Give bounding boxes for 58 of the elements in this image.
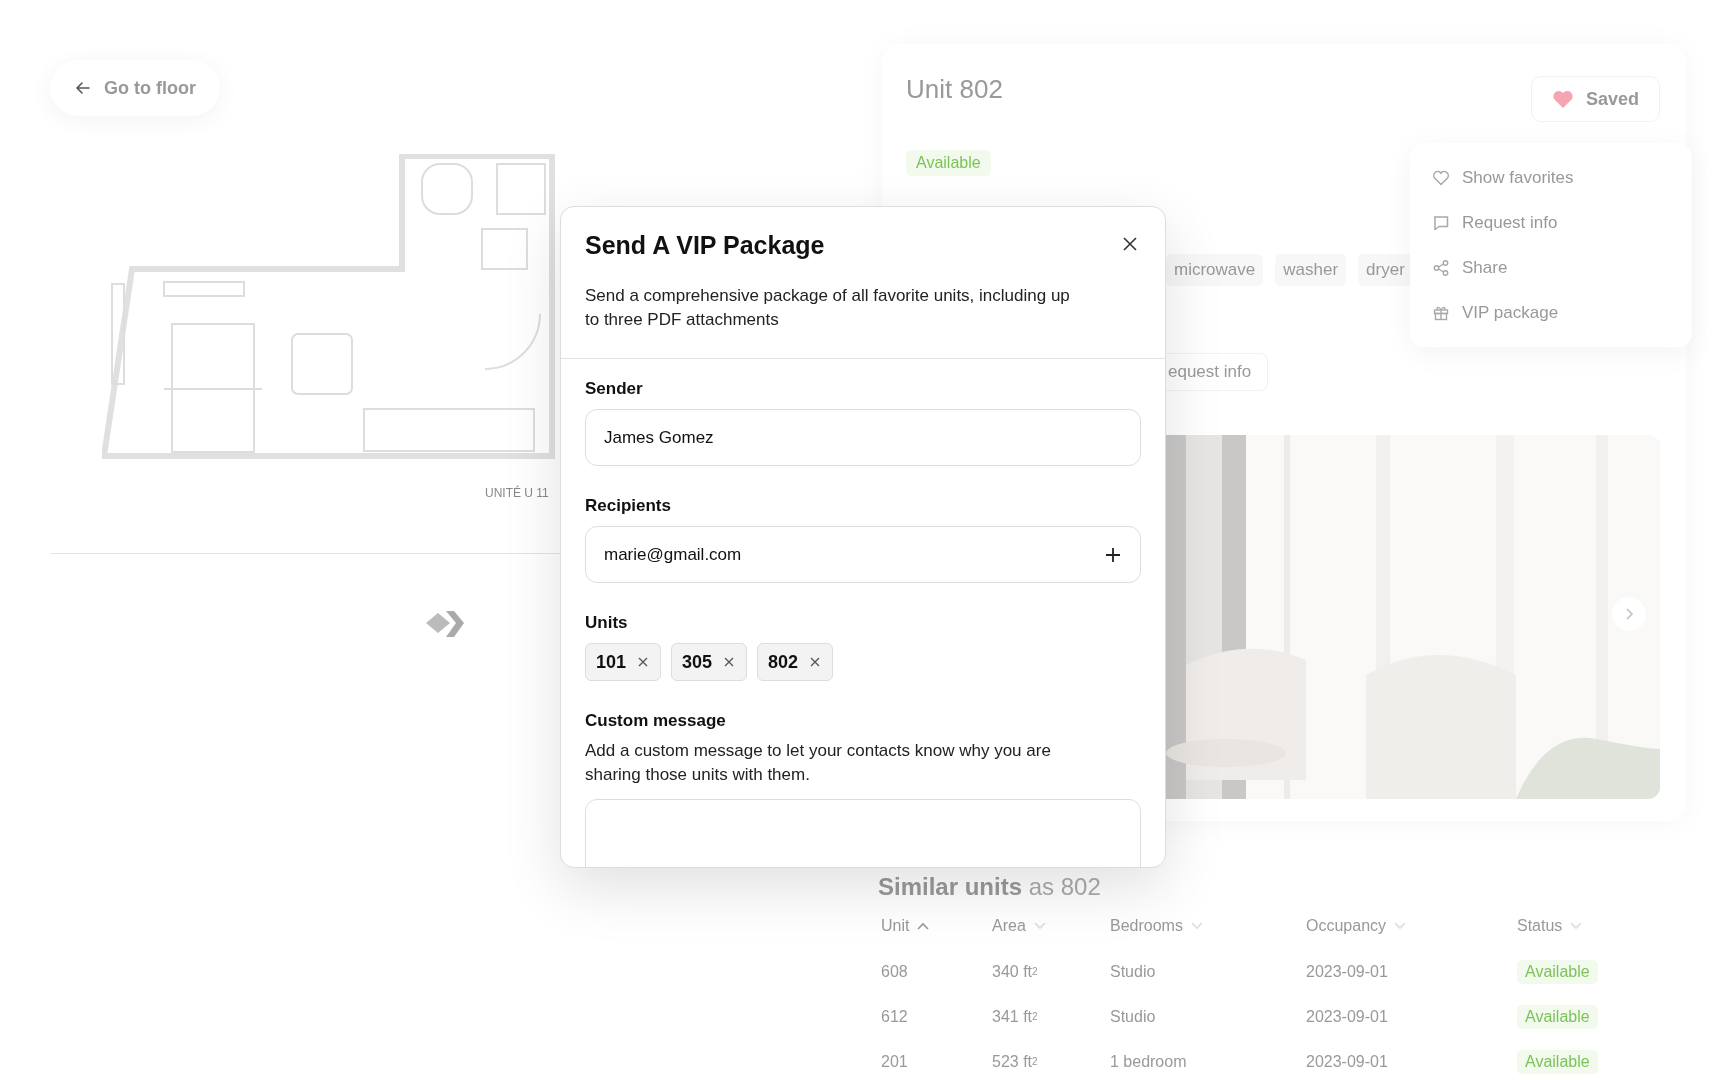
go-to-floor-button[interactable]: Go to floor: [50, 60, 220, 116]
table-cell-text: 1 bedroom: [1110, 1051, 1188, 1072]
column-header[interactable]: Unit: [881, 903, 992, 949]
menu-item[interactable]: Share: [1410, 245, 1692, 290]
message-field[interactable]: [585, 799, 1141, 867]
table-cell-text: 201: [881, 1051, 909, 1072]
table-cell-text: Studio: [1110, 961, 1157, 982]
chip-label: 802: [768, 651, 799, 673]
remove-button[interactable]: [638, 657, 649, 667]
menu-item[interactable]: Request info: [1410, 200, 1692, 245]
remove-button[interactable]: [810, 657, 821, 667]
add-button[interactable]: [1104, 545, 1122, 564]
field-label: Recipients: [585, 496, 672, 516]
close-icon: [810, 657, 821, 667]
close-icon: [724, 657, 735, 667]
menu-item[interactable]: Show favorites: [1410, 155, 1692, 200]
unit-title: Unit 802: [906, 74, 1003, 105]
amenity-tag: microwave: [1166, 254, 1264, 286]
chip-label: 305: [682, 651, 713, 673]
table-cell-text: 2023-09-01: [1306, 1051, 1389, 1072]
field-label: Units: [585, 613, 629, 633]
share-icon: [1432, 258, 1450, 277]
table-cell-text: 2023-09-01: [1306, 1006, 1389, 1027]
field-label: Custom message: [585, 711, 727, 731]
remove-button[interactable]: [724, 657, 735, 667]
heart-icon: [1432, 168, 1450, 187]
status-badge: Available: [1517, 1049, 1598, 1074]
column-header[interactable]: Bedrooms: [1110, 903, 1306, 949]
floor-plan-caption: UNITÉ U 11: [485, 486, 549, 500]
menu-item[interactable]: VIP package: [1410, 290, 1692, 335]
plus-icon: [1104, 545, 1122, 564]
field-label: Sender: [585, 379, 644, 399]
column-header[interactable]: Area: [992, 903, 1110, 949]
request-info-button[interactable]: equest info: [1166, 353, 1269, 391]
section-title: Similar units as 802: [878, 873, 1101, 901]
speech-bubble-icon: [1432, 213, 1450, 232]
status-badge: Available: [1517, 959, 1598, 984]
dialog-description: Send a comprehensive package of all favorite units, including up to three PDF attachments: [585, 285, 1071, 331]
close-icon: [1123, 237, 1137, 251]
status-badge: Available: [1517, 1004, 1598, 1029]
field-help: Add a custom message to let your contacts know why you are sharing those units with them.: [585, 740, 1052, 786]
amenity-tag: washer: [1275, 254, 1347, 286]
input-field[interactable]: James Gomez: [585, 409, 1141, 466]
chevron-right-icon: [1623, 607, 1635, 621]
input-field[interactable]: marie@gmail.com: [585, 526, 1141, 583]
chip-label: 101: [596, 651, 627, 673]
saved-button[interactable]: Saved: [1530, 76, 1660, 122]
table-cell-text: Studio: [1110, 1006, 1157, 1027]
status-badge: Available: [906, 150, 991, 176]
table-cell-text: 2023-09-01: [1306, 961, 1389, 982]
column-header[interactable]: Status: [1517, 903, 1667, 949]
dialog-title: Send A VIP Package: [585, 231, 825, 260]
table-cell-text: 612: [881, 1006, 909, 1027]
arrow-left-icon: [74, 79, 92, 97]
amenity-tag: dryer: [1358, 254, 1413, 286]
table-cell-text: 608: [881, 961, 909, 982]
close-icon: [638, 657, 649, 667]
column-header[interactable]: Occupancy: [1306, 903, 1517, 949]
